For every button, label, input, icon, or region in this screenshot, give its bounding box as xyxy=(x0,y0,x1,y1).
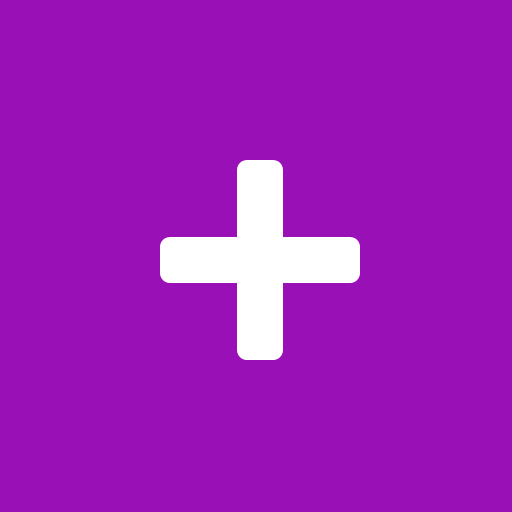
plus-horizontal-bar xyxy=(160,237,360,283)
plus-icon xyxy=(160,160,360,360)
add-app-icon[interactable] xyxy=(0,0,512,512)
